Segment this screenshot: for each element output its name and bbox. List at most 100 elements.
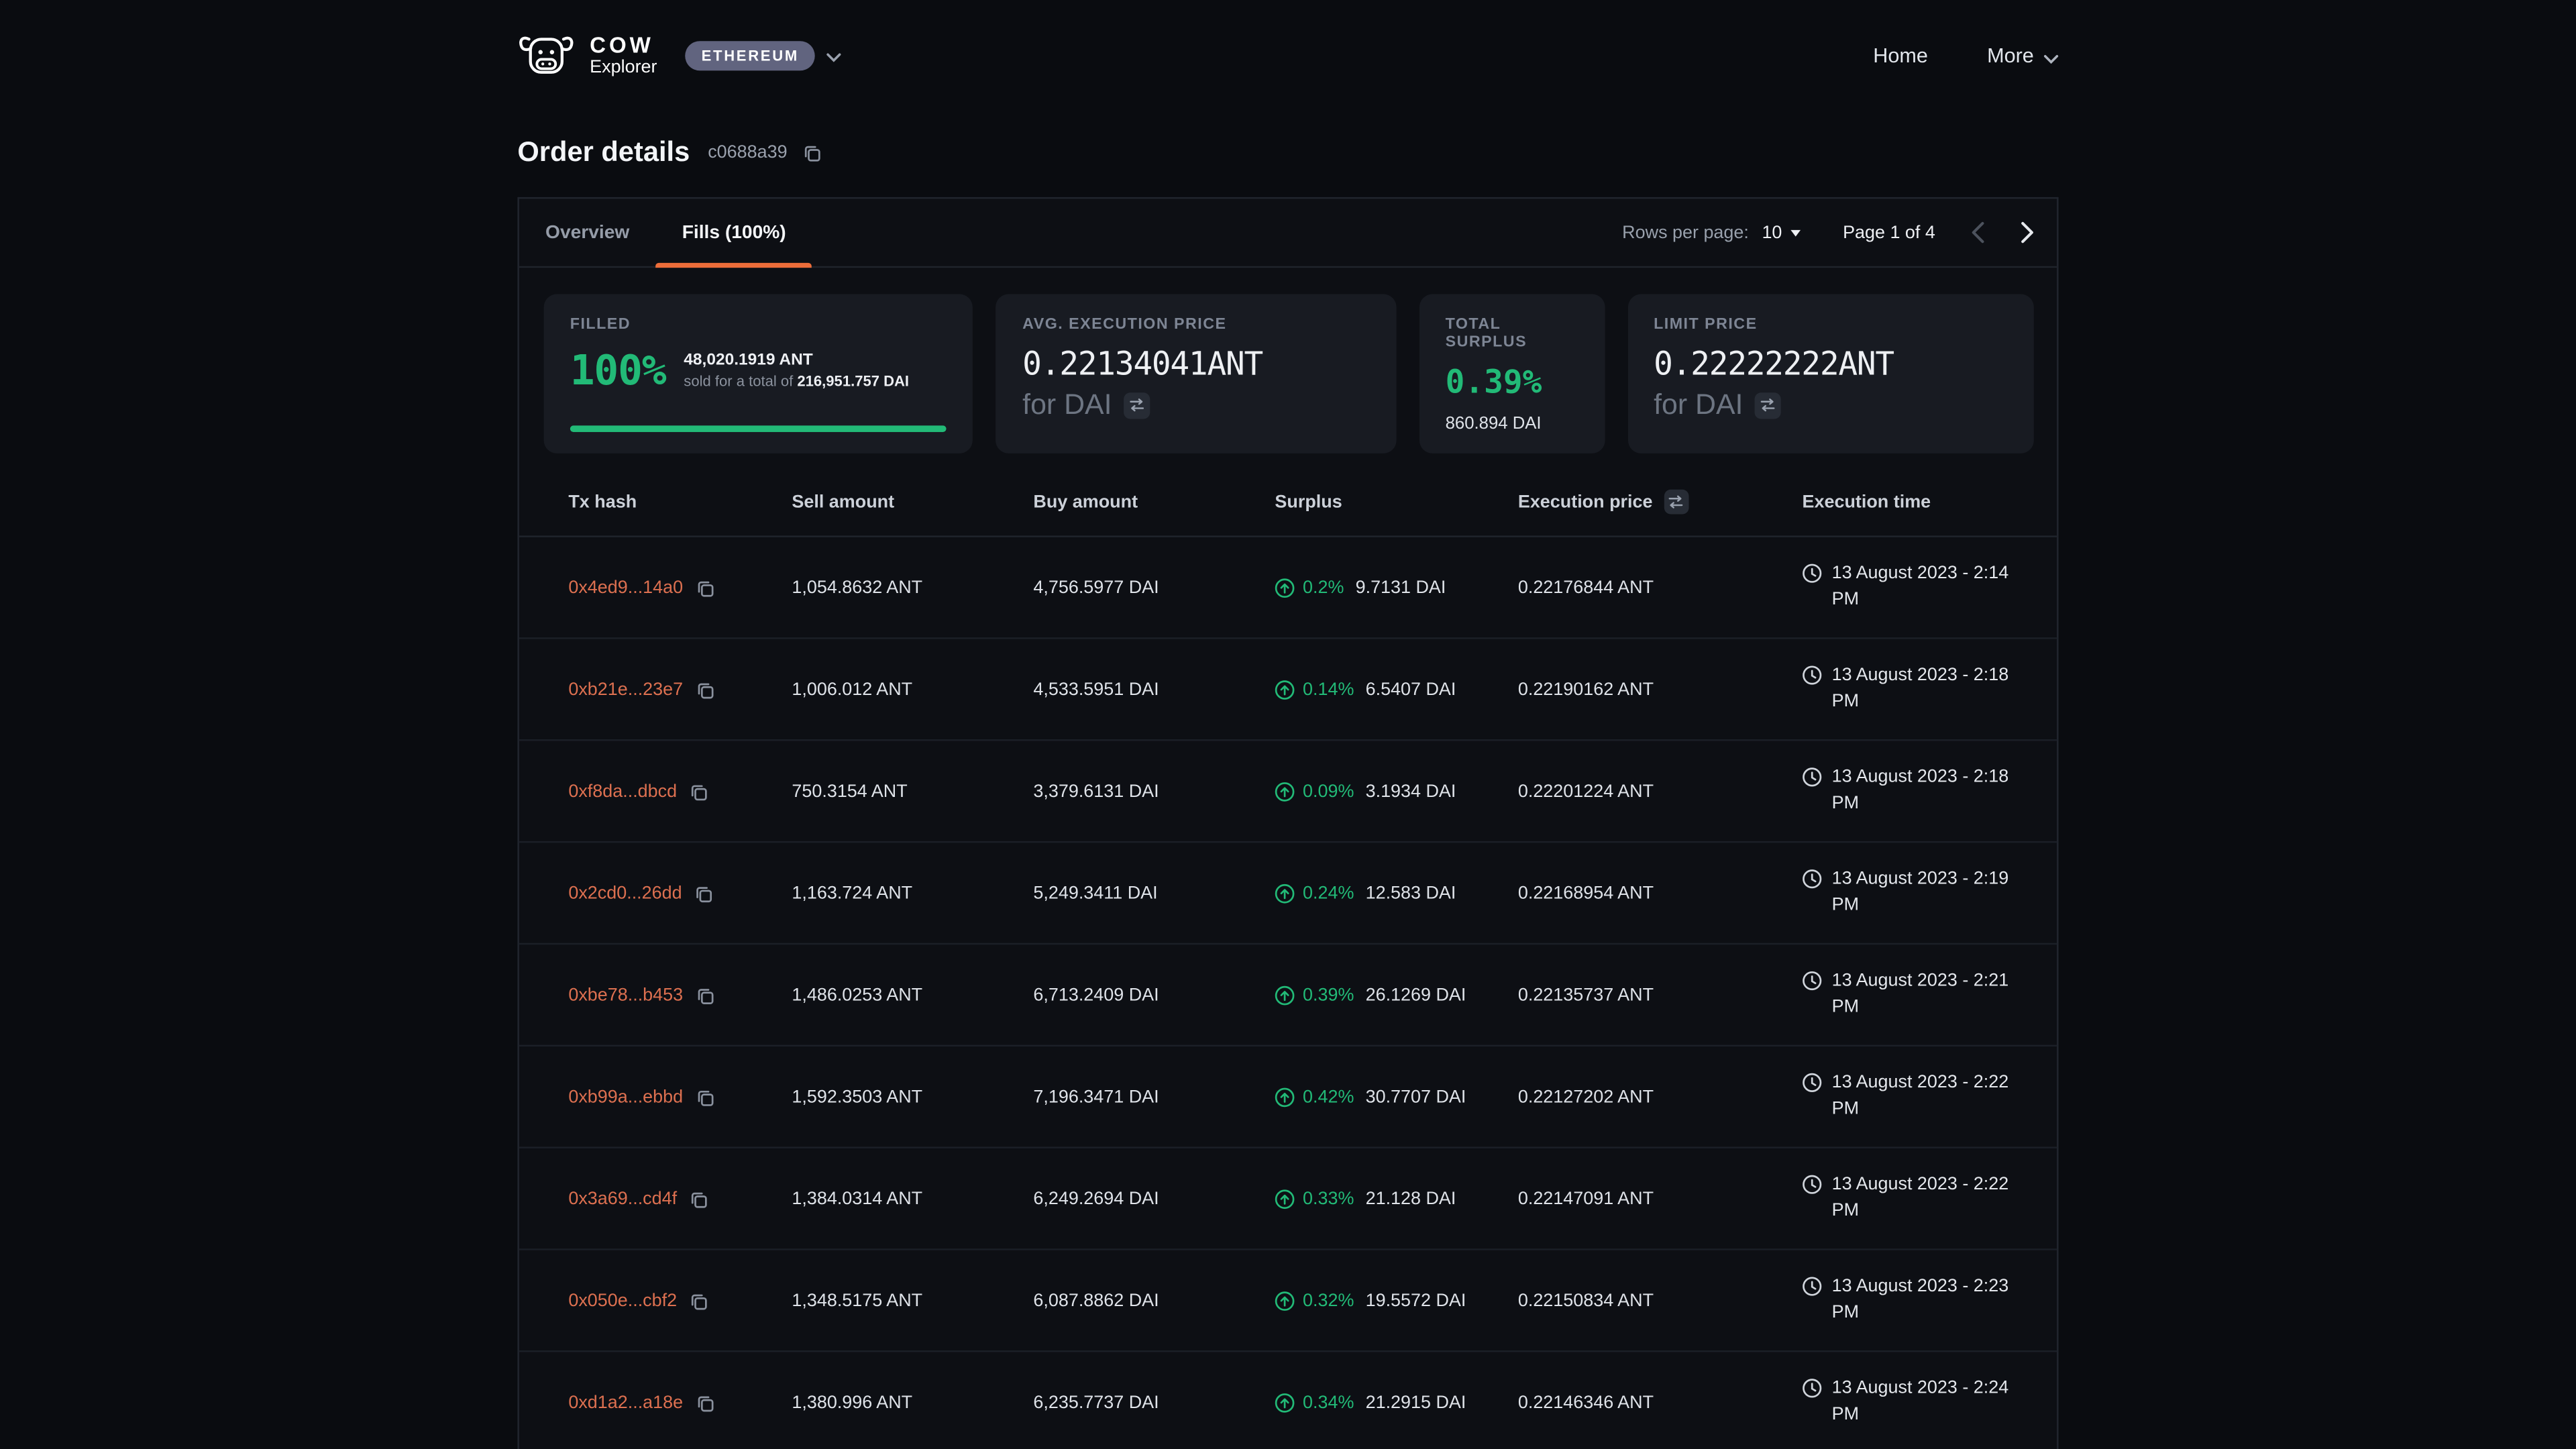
tx-hash-link[interactable]: 0xb99a...ebbd bbox=[568, 1087, 683, 1106]
pagination: Rows per page: 10 Page 1 of 4 bbox=[1622, 222, 2057, 244]
table-row: 0x2cd0...26dd 1,163.724 ANT 5,249.3411 D… bbox=[519, 843, 2057, 945]
cow-face-icon bbox=[517, 34, 575, 78]
tx-hash-link[interactable]: 0xbe78...b453 bbox=[568, 985, 683, 1004]
cow-explorer-logo[interactable]: COW Explorer bbox=[517, 34, 657, 78]
total-surplus-amount: 860.894 DAI bbox=[1446, 414, 1578, 433]
execution-price: 0.22150834 ANT bbox=[1518, 1291, 1803, 1310]
table-row: 0xb21e...23e7 1,006.012 ANT 4,533.5951 D… bbox=[519, 639, 2057, 741]
copy-tx-hash-button[interactable] bbox=[688, 781, 708, 800]
tx-hash-link[interactable]: 0xf8da...dbcd bbox=[568, 781, 677, 800]
execution-time-text: 13 August 2023 - 2:21 PM bbox=[1832, 969, 2019, 1021]
limit-price-label: LIMIT PRICE bbox=[1654, 315, 2008, 333]
execution-time-text: 13 August 2023 - 2:19 PM bbox=[1832, 867, 2019, 919]
chevron-down-icon bbox=[2044, 45, 2059, 68]
filled-progress-track bbox=[570, 425, 947, 432]
surplus-amount: 30.7707 DAI bbox=[1366, 1087, 1466, 1106]
copy-tx-hash-button[interactable] bbox=[688, 1189, 708, 1208]
col-tx-hash: Tx hash bbox=[568, 492, 792, 511]
surplus-percent: 0.09% bbox=[1303, 781, 1354, 800]
avg-price-value: 0.22134041ANT bbox=[1022, 345, 1370, 382]
execution-time: 13 August 2023 - 2:18 PM bbox=[1803, 765, 2019, 817]
arrow-up-circle-icon bbox=[1275, 680, 1294, 699]
next-page-button[interactable] bbox=[2021, 222, 2034, 244]
page-status: Page 1 of 4 bbox=[1843, 223, 1935, 242]
execution-price: 0.22147091 ANT bbox=[1518, 1189, 1803, 1208]
surplus-percent: 0.32% bbox=[1303, 1291, 1354, 1310]
copy-tx-hash-button[interactable] bbox=[694, 985, 714, 1004]
sell-amount: 1,486.0253 ANT bbox=[792, 985, 1033, 1004]
arrow-up-circle-icon bbox=[1275, 1393, 1294, 1412]
tx-hash-link[interactable]: 0x3a69...cd4f bbox=[568, 1189, 677, 1208]
col-execution-time: Execution time bbox=[1803, 492, 2011, 511]
copy-tx-hash-button[interactable] bbox=[694, 680, 714, 699]
invert-price-column-button[interactable] bbox=[1664, 490, 1689, 515]
buy-amount: 3,379.6131 DAI bbox=[1033, 781, 1275, 800]
invert-price-button[interactable] bbox=[1124, 392, 1150, 418]
filled-percent: 100% bbox=[570, 347, 666, 394]
prev-page-button[interactable] bbox=[1972, 222, 1985, 244]
brand-wordmark: COW bbox=[590, 34, 657, 58]
surplus: 0.33% 21.128 DAI bbox=[1275, 1189, 1517, 1208]
clock-icon bbox=[1803, 1072, 1822, 1091]
clock-icon bbox=[1803, 1378, 1822, 1397]
execution-price: 0.22190162 ANT bbox=[1518, 680, 1803, 699]
rows-per-page-value: 10 bbox=[1762, 223, 1782, 242]
tx-hash-link[interactable]: 0x050e...cbf2 bbox=[568, 1291, 677, 1310]
execution-time: 13 August 2023 - 2:14 PM bbox=[1803, 561, 2019, 613]
surplus-percent: 0.14% bbox=[1303, 680, 1354, 699]
sell-amount: 1,592.3503 ANT bbox=[792, 1087, 1033, 1106]
total-surplus-card: TOTAL SURPLUS 0.39% 860.894 DAI bbox=[1419, 294, 1604, 453]
surplus-amount: 26.1269 DAI bbox=[1366, 985, 1466, 1004]
arrow-up-circle-icon bbox=[1275, 985, 1294, 1004]
tx-hash-link[interactable]: 0x4ed9...14a0 bbox=[568, 578, 683, 597]
buy-amount: 6,235.7737 DAI bbox=[1033, 1393, 1275, 1412]
clock-icon bbox=[1803, 868, 1822, 888]
arrow-up-circle-icon bbox=[1275, 781, 1294, 800]
sell-amount: 750.3154 ANT bbox=[792, 781, 1033, 800]
clock-icon bbox=[1803, 970, 1822, 989]
copy-tx-hash-button[interactable] bbox=[688, 1291, 708, 1310]
clock-icon bbox=[1803, 1174, 1822, 1193]
surplus-percent: 0.42% bbox=[1303, 1087, 1354, 1106]
copy-tx-hash-button[interactable] bbox=[694, 578, 714, 597]
surplus-amount: 12.583 DAI bbox=[1366, 883, 1456, 902]
tab-overview[interactable]: Overview bbox=[519, 199, 656, 266]
execution-price: 0.22146346 ANT bbox=[1518, 1393, 1803, 1412]
execution-price: 0.22176844 ANT bbox=[1518, 578, 1803, 597]
avg-price-unit: for DAI bbox=[1022, 388, 1112, 422]
copy-tx-hash-button[interactable] bbox=[694, 1087, 714, 1106]
tx-hash-link[interactable]: 0xd1a2...a18e bbox=[568, 1393, 683, 1412]
col-buy-amount: Buy amount bbox=[1033, 492, 1275, 511]
invert-price-button[interactable] bbox=[1755, 392, 1781, 418]
execution-time: 13 August 2023 - 2:19 PM bbox=[1803, 867, 2019, 919]
surplus: 0.09% 3.1934 DAI bbox=[1275, 781, 1517, 800]
top-nav: COW Explorer ETHEREUM Home More bbox=[0, 0, 2576, 112]
copy-tx-hash-button[interactable] bbox=[694, 1393, 714, 1412]
filled-sold-total: sold for a total of 216,951.757 DAI bbox=[684, 373, 909, 389]
copy-order-id-button[interactable] bbox=[802, 143, 822, 162]
rows-per-page-select[interactable]: 10 bbox=[1762, 223, 1800, 242]
execution-time: 13 August 2023 - 2:21 PM bbox=[1803, 969, 2019, 1021]
copy-tx-hash-button[interactable] bbox=[694, 883, 713, 902]
surplus: 0.32% 19.5572 DAI bbox=[1275, 1291, 1517, 1310]
arrow-up-circle-icon bbox=[1275, 1087, 1294, 1106]
tab-fills[interactable]: Fills (100%) bbox=[656, 199, 812, 266]
nav-home[interactable]: Home bbox=[1873, 44, 1928, 67]
execution-time-text: 13 August 2023 - 2:22 PM bbox=[1832, 1071, 2019, 1123]
nav-more[interactable]: More bbox=[1987, 44, 2058, 68]
tx-hash-link[interactable]: 0x2cd0...26dd bbox=[568, 883, 682, 902]
execution-price: 0.22127202 ANT bbox=[1518, 1087, 1803, 1106]
limit-price-unit: for DAI bbox=[1654, 388, 1743, 422]
tab-bar: Overview Fills (100%) Rows per page: 10 … bbox=[519, 199, 2057, 268]
arrow-up-circle-icon bbox=[1275, 1291, 1294, 1310]
surplus-amount: 6.5407 DAI bbox=[1366, 680, 1456, 699]
page-header: Order details c0688a39 bbox=[517, 136, 2058, 169]
network-badge: ETHEREUM bbox=[685, 41, 815, 70]
tx-hash-link[interactable]: 0xb21e...23e7 bbox=[568, 680, 683, 699]
network-selector[interactable]: ETHEREUM bbox=[685, 41, 841, 70]
buy-amount: 6,087.8862 DAI bbox=[1033, 1291, 1275, 1310]
sell-amount: 1,348.5175 ANT bbox=[792, 1291, 1033, 1310]
filled-label: FILLED bbox=[570, 315, 947, 333]
surplus-percent: 0.39% bbox=[1303, 985, 1354, 1004]
fills-summary: FILLED 100% 48,020.1919 ANT sold for a t… bbox=[519, 268, 2057, 453]
